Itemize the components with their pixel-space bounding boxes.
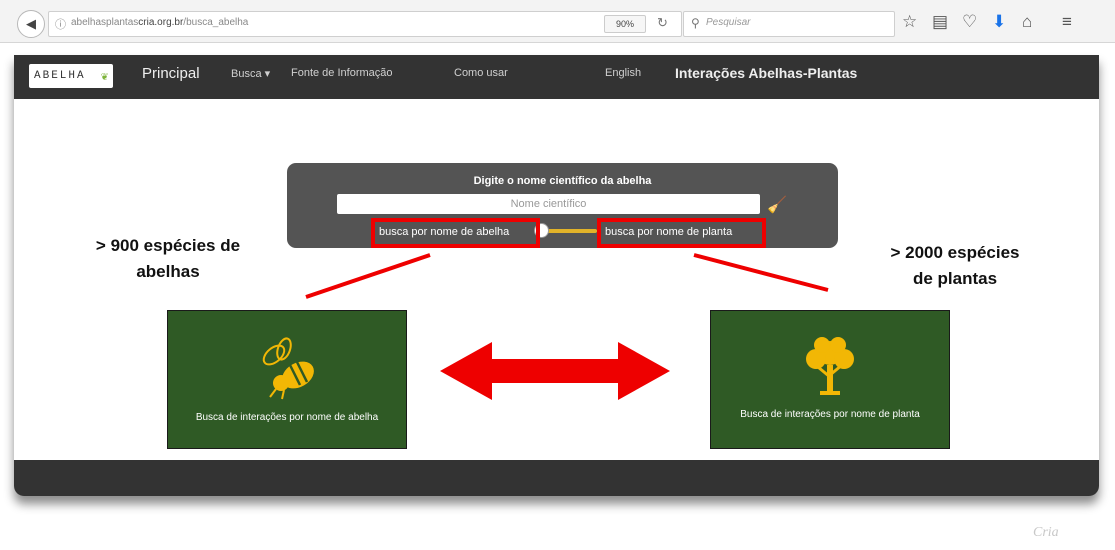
logo-text: ABELHA — [34, 70, 86, 82]
browser-search-placeholder: Pesquisar — [706, 17, 751, 28]
cria-watermark: Cria — [1033, 525, 1059, 540]
nav-busca-dropdown[interactable]: Busca ▾ — [231, 67, 270, 80]
leaf-icon: ❦ — [100, 70, 110, 84]
annotation-bees-line1: > 900 espécies de — [95, 236, 241, 255]
home-icon[interactable]: ⌂ — [1022, 12, 1032, 32]
search-icon: ⚲ — [691, 16, 700, 30]
tree-icon — [806, 337, 854, 395]
annotation-bees-line2: abelhas — [136, 262, 200, 281]
zoom-indicator[interactable]: 90% — [604, 15, 646, 33]
footer-bar — [14, 460, 1099, 496]
browser-toolbar: ◀ ⓘ abelhasplantascria.org.br/busca_abel… — [0, 0, 1115, 43]
nav-principal[interactable]: Principal — [142, 65, 200, 82]
annotation-plants-line2: de plantas — [912, 269, 998, 288]
callout-box-bee — [371, 218, 540, 248]
reload-icon[interactable]: ↻ — [657, 15, 668, 31]
annotation-bees: > 900 espécies de abelhas — [73, 233, 263, 285]
browser-search-box[interactable]: ⚲ Pesquisar — [683, 11, 895, 37]
callout-box-plant — [597, 218, 766, 248]
plant-search-tile[interactable]: Busca de interações por nome de planta — [710, 310, 950, 449]
url-prefix: abelhasplantas — [71, 17, 139, 28]
search-panel-title: Digite o nome científico da abelha — [473, 175, 652, 187]
download-icon[interactable]: ⬇ — [992, 12, 1006, 32]
scientific-name-input[interactable] — [337, 194, 760, 214]
nav-english[interactable]: English — [605, 67, 641, 79]
bee-icon — [262, 337, 314, 400]
annotation-plants-line1: > 2000 espécies — [890, 243, 1020, 262]
pocket-icon[interactable]: ♡ — [962, 12, 977, 32]
abelha-logo[interactable]: ABELHA ❦ — [29, 64, 113, 88]
navbar-title: Interações Abelhas-Plantas — [675, 65, 858, 81]
annotation-plants: > 2000 espécies de plantas — [870, 240, 1040, 292]
bee-tile-label: Busca de interações por nome de abelha — [195, 412, 379, 423]
top-navbar: ABELHA ❦ Principal Busca ▾ Fonte de Info… — [14, 55, 1099, 99]
reading-list-icon[interactable]: ▤ — [932, 12, 948, 32]
back-arrow-icon[interactable]: ◀ — [17, 10, 45, 38]
info-icon[interactable]: ⓘ — [55, 16, 66, 32]
url-domain: cria.org.br — [138, 17, 184, 28]
search-mode-toggle[interactable] — [534, 223, 597, 238]
plant-tile-label: Busca de interações por nome de planta — [740, 409, 920, 420]
nav-como-usar[interactable]: Como usar — [454, 67, 508, 79]
url-path: /busca_abelha — [183, 17, 249, 28]
address-bar[interactable]: ⓘ abelhasplantascria.org.br/busca_abelha… — [48, 11, 682, 37]
nav-fonte-informacao[interactable]: Fonte de Informação — [291, 67, 393, 79]
broom-icon[interactable]: 🧹 — [767, 195, 787, 215]
bee-search-tile[interactable]: Busca de interações por nome de abelha — [167, 310, 407, 449]
bookmark-star-icon[interactable]: ☆ — [902, 12, 917, 32]
hamburger-menu-icon[interactable]: ≡ — [1062, 12, 1072, 32]
url-text: abelhasplantascria.org.br/busca_abelha — [71, 17, 248, 28]
